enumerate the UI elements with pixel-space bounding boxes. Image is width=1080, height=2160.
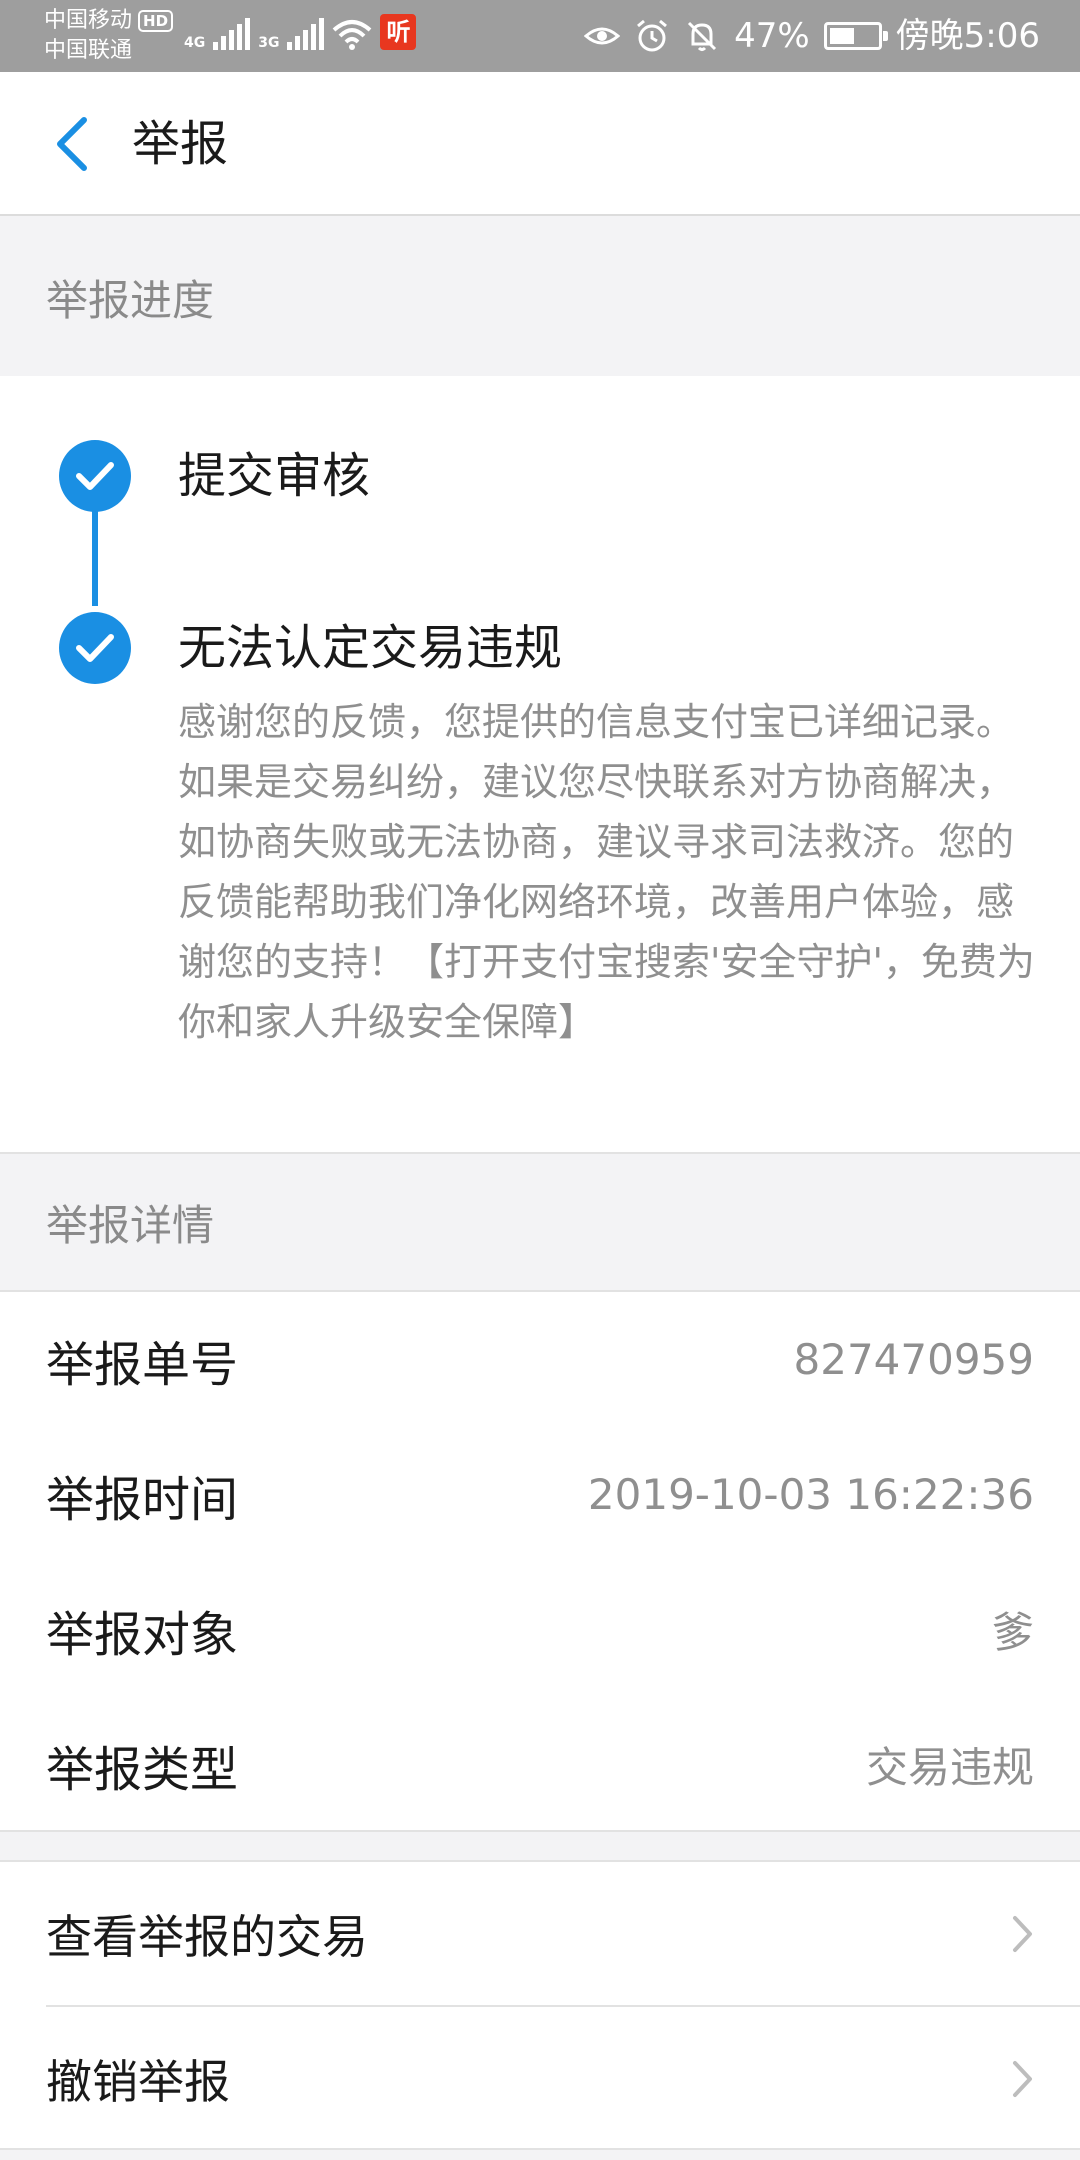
nav-bar: 举报 <box>0 72 1080 216</box>
carrier-info: 中国移动 HD 中国联通 <box>44 6 174 66</box>
chevron-right-icon <box>1013 2061 1032 2097</box>
network-type-2: 3G <box>258 35 280 51</box>
back-button[interactable] <box>36 108 108 180</box>
carrier-1-name: 中国移动 <box>44 8 133 33</box>
step-2-description: 感谢您的反馈，您提供的信息支付宝已详细记录。如果是交易纠纷，建议您尽快联系对方协… <box>178 700 1035 1044</box>
detail-label: 举报类型 <box>46 1741 239 1798</box>
network-indicators: 4G 3G 听 <box>184 14 417 51</box>
detail-label: 举报对象 <box>46 1606 239 1663</box>
status-right: 47% 傍晚5:06 <box>584 14 1040 58</box>
detail-label: 举报单号 <box>46 1336 239 1393</box>
eye-icon <box>584 27 621 45</box>
clock: 傍晚5:06 <box>895 16 1040 56</box>
carrier-2-name: 中国联通 <box>44 38 133 63</box>
alarm-icon <box>637 19 668 52</box>
detail-label: 举报时间 <box>46 1471 239 1528</box>
detail-row-report-id: 举报单号 827470959 <box>0 1292 1080 1427</box>
battery-percent: 47% <box>734 16 810 56</box>
actions-list: 查看举报的交易 撤销举报 <box>0 1860 1080 2150</box>
chevron-left-icon <box>57 117 87 171</box>
cancel-report-button[interactable]: 撤销举报 <box>0 2007 1080 2150</box>
signal-1-icon <box>213 18 251 50</box>
hd-badge: HD <box>138 10 174 32</box>
action-label: 查看举报的交易 <box>46 1909 368 1964</box>
step-1-title: 提交审核 <box>178 448 371 504</box>
detail-value: 2019-10-03 16:22:36 <box>587 1470 1034 1519</box>
details-list: 举报单号 827470959 举报时间 2019-10-03 16:22:36 … <box>0 1290 1080 1832</box>
detail-value: 827470959 <box>793 1335 1035 1384</box>
battery-icon <box>823 22 888 50</box>
mute-bell-icon <box>688 21 717 51</box>
progress-section-header: 举报进度 <box>0 218 1080 376</box>
action-label: 撤销举报 <box>46 2054 230 2109</box>
detail-row-report-type: 举报类型 交易违规 <box>0 1697 1080 1832</box>
wifi-icon <box>333 20 372 50</box>
chevron-right-icon <box>1013 1916 1032 1952</box>
step-1-check-icon <box>59 440 131 512</box>
signal-2-icon <box>287 18 325 50</box>
detail-value: 爹 <box>991 1608 1034 1657</box>
progress-timeline: 提交审核 无法认定交易违规 感谢您的反馈，您提供的信息支付宝已详细记录。如果是交… <box>0 376 1080 1154</box>
detail-value: 交易违规 <box>865 1743 1034 1792</box>
detail-row-report-time: 举报时间 2019-10-03 16:22:36 <box>0 1427 1080 1562</box>
step-2-title: 无法认定交易违规 <box>178 620 563 676</box>
app-notification-icon: 听 <box>380 14 417 50</box>
page-title: 举报 <box>132 116 229 172</box>
detail-row-report-target: 举报对象 爹 <box>0 1562 1080 1697</box>
network-type-1: 4G <box>184 35 206 51</box>
view-reported-transaction-button[interactable]: 查看举报的交易 <box>0 1862 1080 2005</box>
status-bar: 中国移动 HD 中国联通 4G 3G 听 47% 傍晚5:06 <box>0 0 1080 72</box>
step-2-check-icon <box>59 612 131 684</box>
details-section-header: 举报详情 <box>0 1154 1080 1290</box>
